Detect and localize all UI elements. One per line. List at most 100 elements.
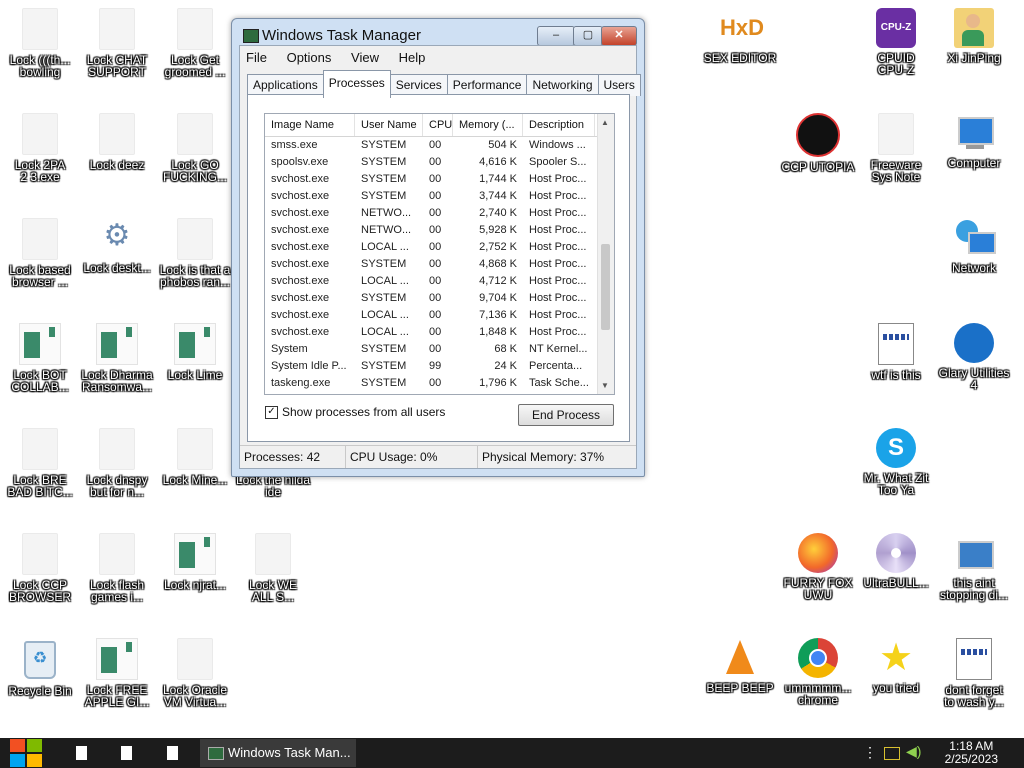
desktop-icon[interactable]: Lock njrat... bbox=[157, 533, 233, 591]
taskbar-task-manager[interactable]: Windows Task Man... bbox=[200, 739, 356, 767]
desktop-icon-label: Lock FREE APPLE GI... bbox=[84, 683, 150, 709]
desktop-icon[interactable]: Lock BRE BAD BITC... bbox=[2, 428, 78, 498]
desktop-icon[interactable]: Xi JinPing bbox=[936, 8, 1012, 64]
start-button[interactable] bbox=[10, 739, 42, 767]
table-cell: 00 bbox=[429, 258, 442, 270]
tab-users[interactable]: Users bbox=[597, 74, 641, 96]
monitor-tray-icon[interactable] bbox=[884, 747, 900, 760]
table-cell: LOCAL ... bbox=[361, 326, 409, 338]
desktop-icon[interactable]: Lock flash games i... bbox=[79, 533, 155, 603]
table-row[interactable]: System SYSTEM 00 68 K NT Kernel... bbox=[265, 341, 614, 358]
desktop-icon-label: Lock CCP BROWSER bbox=[8, 578, 71, 604]
desktop-icon[interactable]: Lock (((th... bowling bbox=[2, 8, 78, 78]
table-row[interactable]: svchost.exe LOCAL ... 00 4,712 K Host Proc..… bbox=[265, 273, 614, 290]
menu-view[interactable]: View bbox=[351, 50, 379, 65]
scroll-down-icon[interactable]: ▼ bbox=[601, 381, 609, 390]
table-row[interactable]: spoolsv.exe SYSTEM 00 4,616 K Spooler S... bbox=[265, 154, 614, 171]
col-cpu[interactable]: CPU bbox=[423, 114, 453, 136]
speaker-icon[interactable]: ◀) bbox=[906, 743, 921, 760]
tab-performance[interactable]: Performance bbox=[446, 74, 528, 96]
desktop-icon[interactable]: Lock based browser ... bbox=[2, 218, 78, 288]
menu-options[interactable]: Options bbox=[287, 50, 332, 65]
table-row[interactable]: smss.exe SYSTEM 00 504 K Windows ... bbox=[265, 137, 614, 154]
desktop-icon[interactable]: Lock FREE APPLE GI... bbox=[79, 638, 155, 708]
table-row[interactable]: svchost.exe SYSTEM 00 4,868 K Host Proc... bbox=[265, 256, 614, 273]
menu-help[interactable]: Help bbox=[399, 50, 426, 65]
desktop-icon[interactable]: HxD SEX EDITOR bbox=[702, 8, 778, 64]
desktop-icon[interactable]: Lock 2PA 2 3.exe bbox=[2, 113, 78, 183]
desktop-icon[interactable]: Lock Oracle VM Virtua... bbox=[157, 638, 233, 708]
desktop-icon[interactable]: Lock BOT COLLAB... bbox=[2, 323, 78, 393]
close-button[interactable]: ✕ bbox=[601, 26, 637, 46]
more-icon[interactable]: ⋮ bbox=[863, 744, 877, 761]
desktop-icon[interactable]: ♻ Recycle Bin bbox=[2, 638, 78, 697]
desktop-icon[interactable]: Lock WE ALL S... bbox=[235, 533, 311, 603]
desktop-icon[interactable]: wtf is this bbox=[858, 323, 934, 381]
taskbar-clock[interactable]: 1:18 AM 2/25/2023 bbox=[945, 740, 998, 766]
pinned-file-icon[interactable] bbox=[121, 746, 132, 760]
maximize-button[interactable]: ▢ bbox=[573, 26, 603, 46]
table-row[interactable]: svchost.exe LOCAL ... 00 1,848 K Host Proc..… bbox=[265, 324, 614, 341]
desktop-icon[interactable]: Lock is that a phobos ran... bbox=[157, 218, 233, 288]
app-window-icon bbox=[174, 323, 216, 365]
desktop-icon[interactable]: UltraBULL... bbox=[858, 533, 934, 589]
desktop-icon[interactable]: Network bbox=[936, 218, 1012, 274]
col-memory[interactable]: Memory (... bbox=[453, 114, 523, 136]
desktop-icon[interactable]: CPU-Z CPUID CPU-Z bbox=[858, 8, 934, 76]
desktop-icon[interactable]: Lock Mine... bbox=[157, 428, 233, 486]
table-row[interactable]: taskeng.exe SYSTEM 00 1,796 K Task Sche... bbox=[265, 375, 614, 392]
desktop-icon[interactable]: BEEP BEEP bbox=[702, 638, 778, 694]
end-process-button[interactable]: End Process bbox=[518, 404, 614, 426]
table-row[interactable]: svchost.exe LOCAL ... 00 7,136 K Host Proc..… bbox=[265, 307, 614, 324]
task-manager-window[interactable]: Windows Task Manager – ▢ ✕ File Options … bbox=[231, 18, 645, 477]
desktop-icon[interactable]: Lock dnspy but for n... bbox=[79, 428, 155, 498]
process-list[interactable]: Image Name User Name CPU Memory (... Des… bbox=[264, 113, 615, 395]
table-row[interactable]: svchost.exe SYSTEM 00 1,744 K Host Proc... bbox=[265, 171, 614, 188]
pinned-file-icon[interactable] bbox=[76, 746, 87, 760]
tab-services[interactable]: Services bbox=[389, 74, 448, 96]
col-description[interactable]: Description bbox=[523, 114, 595, 136]
table-row[interactable]: svchost.exe LOCAL ... 00 2,752 K Host Proc..… bbox=[265, 239, 614, 256]
desktop-icon[interactable]: Freeware Sys Note bbox=[858, 113, 934, 183]
desktop-icon[interactable]: Lock Get groomed ... bbox=[157, 8, 233, 78]
desktop-icon[interactable]: Lock CCP BROWSER bbox=[2, 533, 78, 603]
table-cell: SYSTEM bbox=[361, 156, 407, 168]
desktop-icon-label: UltraBULL... bbox=[863, 576, 929, 590]
table-row[interactable]: System Idle P... SYSTEM 99 24 K Percenta... bbox=[265, 358, 614, 375]
col-image-name[interactable]: Image Name bbox=[265, 114, 355, 136]
table-row[interactable]: svchost.exe SYSTEM 00 3,744 K Host Proc... bbox=[265, 188, 614, 205]
checkbox-check-icon[interactable]: ✓ bbox=[265, 405, 278, 419]
blank-file-icon bbox=[177, 638, 213, 680]
desktop-icon[interactable]: ⚙ Lock deskt... bbox=[79, 218, 155, 274]
table-row[interactable]: svchost.exe NETWO... 00 2,740 K Host Proc... bbox=[265, 205, 614, 222]
desktop-icon[interactable]: dont forget to wash y... bbox=[936, 638, 1012, 708]
menu-file[interactable]: File bbox=[246, 50, 267, 65]
minimize-button[interactable]: – bbox=[537, 26, 575, 46]
desktop-icon[interactable]: ★ you tried bbox=[858, 638, 934, 694]
table-row[interactable]: svchost.exe NETWO... 00 5,928 K Host Proc... bbox=[265, 222, 614, 239]
tab-processes[interactable]: Processes bbox=[322, 70, 391, 98]
desktop-icon[interactable]: this aint stopping di... bbox=[936, 533, 1012, 601]
desktop-icon[interactable]: Lock GO FUCKING... bbox=[157, 113, 233, 183]
table-row[interactable]: svchost.exe SYSTEM 00 9,704 K Host Proc... bbox=[265, 290, 614, 307]
desktop-icon-label: Lock flash games i... bbox=[89, 578, 145, 604]
desktop-icon[interactable]: S Mr. What Zit Too Ya bbox=[858, 428, 934, 496]
scroll-up-icon[interactable]: ▲ bbox=[601, 118, 609, 127]
scroll-thumb[interactable] bbox=[601, 244, 610, 330]
desktop-icon[interactable]: Glary Utilities 4 bbox=[936, 323, 1012, 391]
vertical-scrollbar[interactable]: ▲ ▼ bbox=[597, 114, 614, 394]
tab-applications[interactable]: Applications bbox=[247, 74, 324, 96]
desktop-icon[interactable]: ummmmm... chrome bbox=[780, 638, 856, 706]
tab-networking[interactable]: Networking bbox=[526, 74, 599, 96]
desktop-icon[interactable]: CCP UTOPIA bbox=[780, 113, 856, 173]
show-all-processes-checkbox[interactable]: ✓ Show processes from all users bbox=[265, 405, 445, 419]
col-user-name[interactable]: User Name bbox=[355, 114, 423, 136]
table-cell: 24 K bbox=[494, 360, 517, 372]
pinned-file-icon[interactable] bbox=[167, 746, 178, 760]
desktop-icon[interactable]: Lock CHAT SUPPORT bbox=[79, 8, 155, 78]
desktop-icon[interactable]: Lock Dharma Ransomwa... bbox=[79, 323, 155, 393]
desktop-icon[interactable]: Lock deez bbox=[79, 113, 155, 171]
desktop-icon[interactable]: Lock Lime bbox=[157, 323, 233, 381]
desktop-icon[interactable]: Computer bbox=[936, 113, 1012, 169]
desktop-icon[interactable]: FURRY FOX UWU bbox=[780, 533, 856, 601]
